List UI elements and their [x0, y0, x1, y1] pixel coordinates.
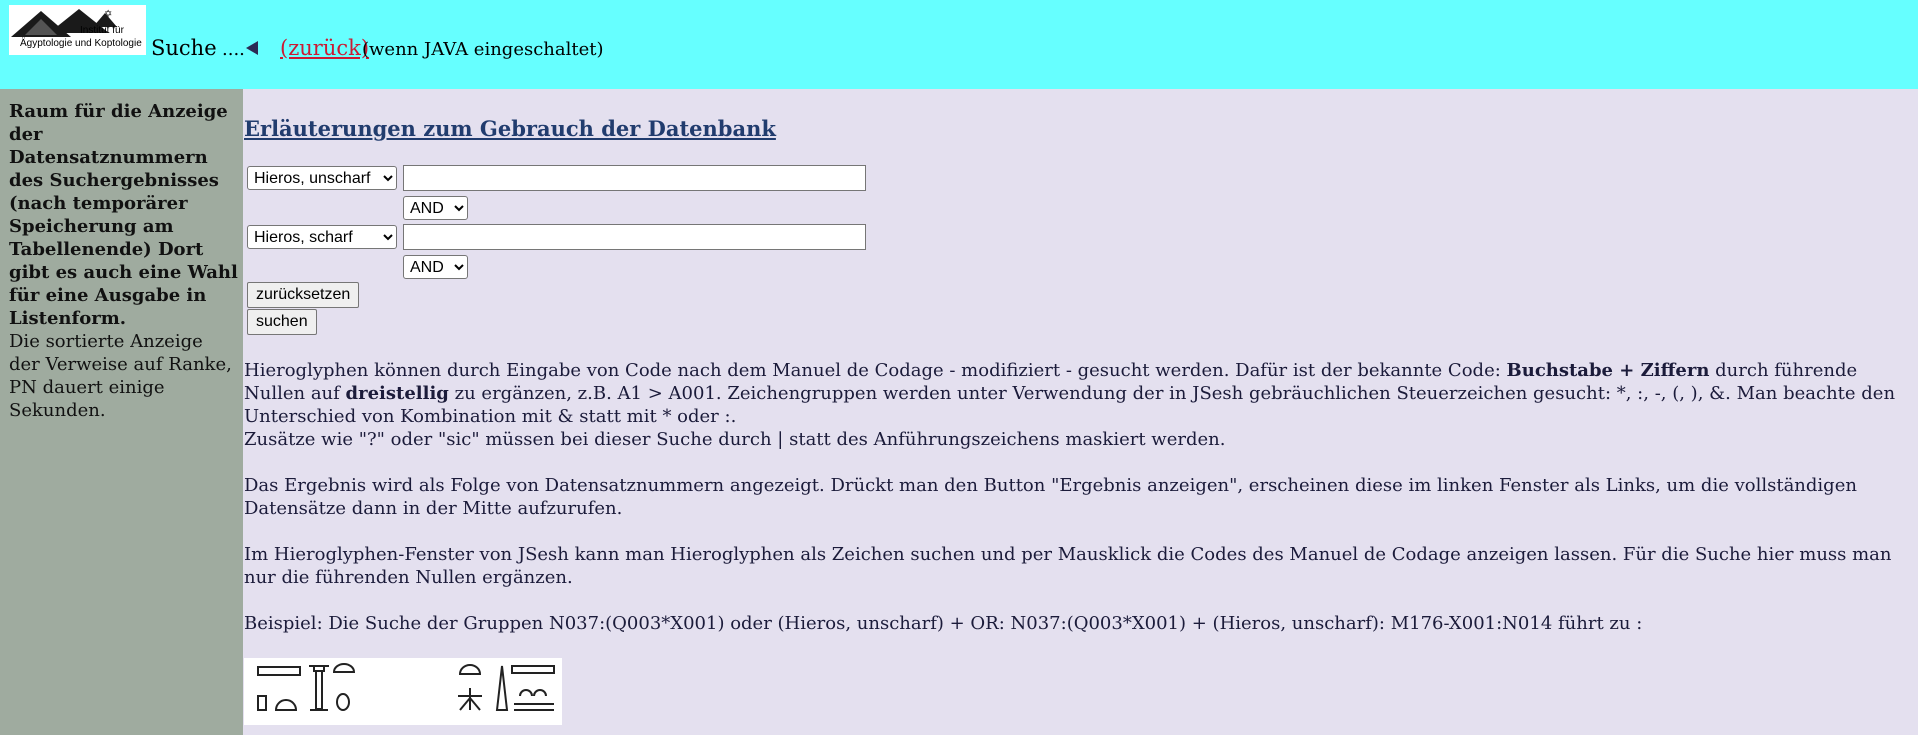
java-note: (wenn JAVA eingeschaltet) — [362, 39, 604, 60]
p1-text-start: Hieroglyphen können durch Eingabe von Co… — [244, 360, 1507, 381]
logo-text-line1: Institut für — [80, 25, 124, 36]
svg-text:✡: ✡ — [104, 9, 112, 20]
hieroglyph-example-image — [244, 658, 562, 725]
back-link[interactable]: (zurück) — [280, 36, 369, 60]
help-paragraph-results: Das Ergebnis wird als Folge von Datensat… — [244, 475, 1857, 519]
field1-search-input[interactable] — [403, 165, 866, 191]
institute-logo[interactable]: ✡ Institut für Ägyptologie und Koptologi… — [9, 5, 146, 55]
help-paragraph-codes: Hieroglyphen können durch Eingabe von Co… — [244, 359, 1916, 428]
sidebar-sort-note: Die sortierte Anzeige der Verweise auf R… — [9, 331, 232, 421]
field1-type-select[interactable]: Hieros, unscharf — [247, 166, 397, 190]
help-paragraph-jsesh: Im Hieroglyphen-Fenster von JSesh kann m… — [244, 544, 1892, 588]
hieroglyphs-icon — [257, 663, 555, 711]
p1-bold-buchstabe: Buchstabe — [1506, 360, 1614, 381]
help-paragraph-masking: Zusätze wie "?" oder "sic" müssen bei di… — [244, 429, 1226, 450]
logo-text-line2: Ägyptologie und Koptologie — [20, 38, 142, 49]
p1-plus: + — [1613, 360, 1641, 381]
header-bar: ✡ Institut für Ägyptologie und Koptologi… — [0, 0, 1918, 89]
operator2-select[interactable]: AND — [403, 255, 468, 279]
p1-bold-dreistellig: dreistellig — [345, 383, 449, 404]
p1-bold-ziffern: Ziffern — [1640, 360, 1710, 381]
reset-button[interactable]: zurücksetzen — [247, 282, 360, 308]
search-button[interactable]: suchen — [247, 309, 317, 335]
field2-search-input[interactable] — [403, 224, 866, 250]
search-label: Suche — [151, 36, 217, 60]
result-sidebar: Raum für die Anzeige der Datensatznummer… — [0, 89, 243, 735]
field2-type-select[interactable]: Hieros, scharf — [247, 225, 397, 249]
sidebar-result-placeholder: Raum für die Anzeige der Datensatznummer… — [9, 101, 238, 329]
database-help-link[interactable]: Erläuterungen zum Gebrauch der Datenbank — [244, 116, 776, 141]
p1-text-end: zu ergänzen, z.B. A1 > A001. Zeichengrup… — [244, 383, 1896, 427]
back-arrow-icon[interactable] — [246, 41, 258, 55]
dots-label: .... — [222, 39, 245, 60]
operator1-select[interactable]: AND — [403, 196, 468, 220]
main-content: Erläuterungen zum Gebrauch der Datenbank… — [243, 89, 1918, 735]
help-paragraph-example: Beispiel: Die Suche der Gruppen N037:(Q0… — [244, 613, 1643, 634]
